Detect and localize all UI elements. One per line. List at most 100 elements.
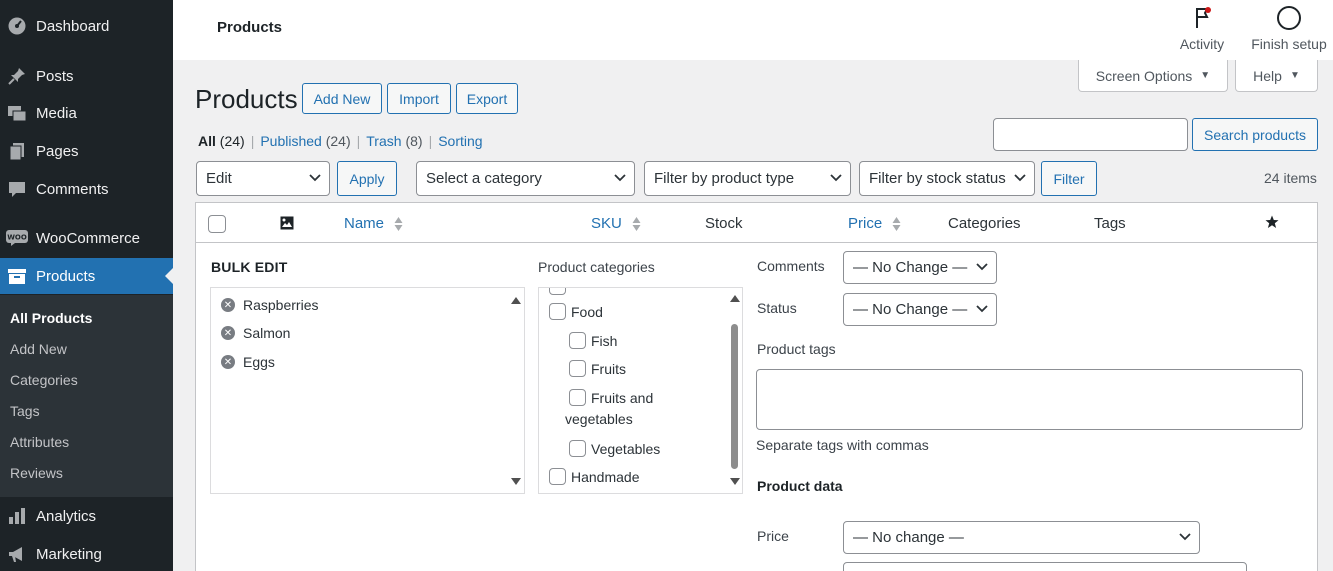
price-label: Price <box>757 528 789 544</box>
product-type-select[interactable]: Filter by product type <box>644 161 851 196</box>
menu-item-media[interactable]: Media <box>0 95 173 131</box>
menu-label-analytics: Analytics <box>36 507 97 525</box>
column-price-label: Price <box>848 215 883 232</box>
filter-button[interactable]: Filter <box>1041 161 1097 196</box>
column-sku-label: SKU <box>591 215 622 232</box>
category-checkbox[interactable] <box>569 389 586 406</box>
category-item-fruits[interactable]: Fruits <box>569 360 626 377</box>
bar-chart-icon <box>6 506 28 526</box>
finish-setup-button[interactable]: Finish setup <box>1249 4 1329 52</box>
category-checkbox[interactable] <box>569 440 586 457</box>
category-checkbox[interactable] <box>549 303 566 320</box>
submenu-reviews[interactable]: Reviews <box>10 465 63 481</box>
stock-status-select[interactable]: Filter by stock status <box>859 161 1035 196</box>
view-all-count: (24) <box>219 133 245 149</box>
product-categories-checklist[interactable]: Food Fish Fruits Fruits and vegetables V… <box>538 287 743 494</box>
view-published-count: (24) <box>325 133 351 149</box>
remove-icon[interactable]: ✕ <box>221 298 235 312</box>
menu-item-pages[interactable]: Pages <box>0 133 173 169</box>
category-label: Vegetables <box>591 440 661 457</box>
view-all[interactable]: All (24) <box>198 133 245 149</box>
add-new-button[interactable]: Add New <box>302 83 382 114</box>
product-name: Salmon <box>243 325 291 341</box>
category-label: Fish <box>591 332 618 349</box>
comments-select[interactable]: — No Change — <box>843 251 997 284</box>
products-table: Name SKU Stock Price Categories Tags BUL… <box>195 202 1318 571</box>
product-type-select-value: Filter by product type <box>654 170 795 187</box>
screen-options-button[interactable]: Screen Options ▼ <box>1078 60 1228 92</box>
category-item-fish[interactable]: Fish <box>569 332 617 349</box>
search-input[interactable] <box>993 118 1188 151</box>
column-price[interactable]: Price <box>848 215 901 232</box>
category-item-vegetables[interactable]: Vegetables <box>569 440 660 457</box>
price-change-select[interactable]: — No change — <box>843 521 1200 554</box>
status-select[interactable]: — No Change — <box>843 293 997 326</box>
bulk-edit-title: BULK EDIT <box>211 259 288 275</box>
search-products-button[interactable]: Search products <box>1192 118 1318 151</box>
column-sku[interactable]: SKU <box>591 215 641 232</box>
select-all-checkbox[interactable] <box>208 215 226 233</box>
product-tags-textarea[interactable] <box>756 369 1303 430</box>
submenu-attributes[interactable]: Attributes <box>10 434 69 450</box>
menu-item-comments[interactable]: Comments <box>0 171 173 207</box>
comments-select-value: — No Change — <box>853 259 968 276</box>
chevron-down-icon <box>976 263 988 271</box>
activity-button[interactable]: Activity <box>1162 4 1242 52</box>
status-select-value: — No Change — <box>853 301 968 318</box>
category-select-value: Select a category <box>426 170 542 187</box>
remove-icon[interactable]: ✕ <box>221 326 235 340</box>
comments-label: Comments <box>757 258 825 274</box>
pushpin-icon <box>6 66 28 86</box>
menu-item-dashboard[interactable]: Dashboard <box>0 8 173 44</box>
submenu-tags[interactable]: Tags <box>10 403 40 419</box>
finish-setup-label: Finish setup <box>1251 36 1327 52</box>
svg-text:WOO: WOO <box>7 234 27 242</box>
scroll-up-arrow[interactable] <box>730 295 740 302</box>
scroll-up-arrow[interactable] <box>511 297 521 304</box>
menu-label-woocommerce: WooCommerce <box>36 229 140 247</box>
woo-icon: WOO <box>6 228 28 248</box>
import-button[interactable]: Import <box>387 83 451 114</box>
submenu-add-new[interactable]: Add New <box>10 341 67 357</box>
chevron-down-icon <box>309 174 321 182</box>
bulk-edit-products-list[interactable]: ✕ Raspberries ✕ Salmon ✕ Eggs <box>210 287 525 494</box>
menu-item-analytics[interactable]: Analytics <box>0 498 173 534</box>
column-tags: Tags <box>1094 215 1126 232</box>
chevron-down-icon <box>1014 174 1026 182</box>
page-title: Products <box>195 84 298 114</box>
category-item-food[interactable]: Food <box>549 303 603 320</box>
column-categories: Categories <box>948 215 1021 232</box>
category-select[interactable]: Select a category <box>416 161 635 196</box>
apply-button[interactable]: Apply <box>337 161 397 196</box>
scroll-down-arrow[interactable] <box>730 478 740 485</box>
menu-label-dashboard: Dashboard <box>36 17 110 35</box>
scroll-down-arrow[interactable] <box>511 478 521 485</box>
column-name[interactable]: Name <box>344 215 403 232</box>
featured-star-icon[interactable] <box>1265 215 1279 232</box>
scrollbar-thumb[interactable] <box>731 324 738 469</box>
category-checkbox[interactable] <box>549 288 566 295</box>
submenu-categories[interactable]: Categories <box>10 372 78 388</box>
menu-item-woocommerce[interactable]: WOO WooCommerce <box>0 220 173 256</box>
export-button[interactable]: Export <box>456 83 518 114</box>
bulk-actions-select[interactable]: Edit <box>196 161 330 196</box>
help-button[interactable]: Help ▼ <box>1235 60 1318 92</box>
view-trash[interactable]: Trash (8) <box>366 133 422 149</box>
table-header: Name SKU Stock Price Categories Tags <box>196 203 1317 243</box>
category-item-fruits-and-vegetables[interactable]: Fruits and <box>569 389 653 406</box>
menu-item-posts[interactable]: Posts <box>0 58 173 94</box>
image-icon <box>280 216 294 233</box>
header-title: Products <box>217 19 283 36</box>
view-published[interactable]: Published (24) <box>260 133 350 149</box>
category-checkbox[interactable] <box>569 360 586 377</box>
menu-item-products[interactable]: Products <box>0 258 173 294</box>
view-sorting[interactable]: Sorting <box>438 133 482 149</box>
next-field-select[interactable] <box>843 562 1247 571</box>
menu-item-marketing[interactable]: Marketing <box>0 536 173 571</box>
category-item-handmade[interactable]: Handmade <box>549 468 640 485</box>
category-checkbox[interactable] <box>569 332 586 349</box>
remove-icon[interactable]: ✕ <box>221 355 235 369</box>
category-checkbox[interactable] <box>549 468 566 485</box>
help-label: Help <box>1253 67 1282 84</box>
submenu-all-products[interactable]: All Products <box>10 310 92 326</box>
